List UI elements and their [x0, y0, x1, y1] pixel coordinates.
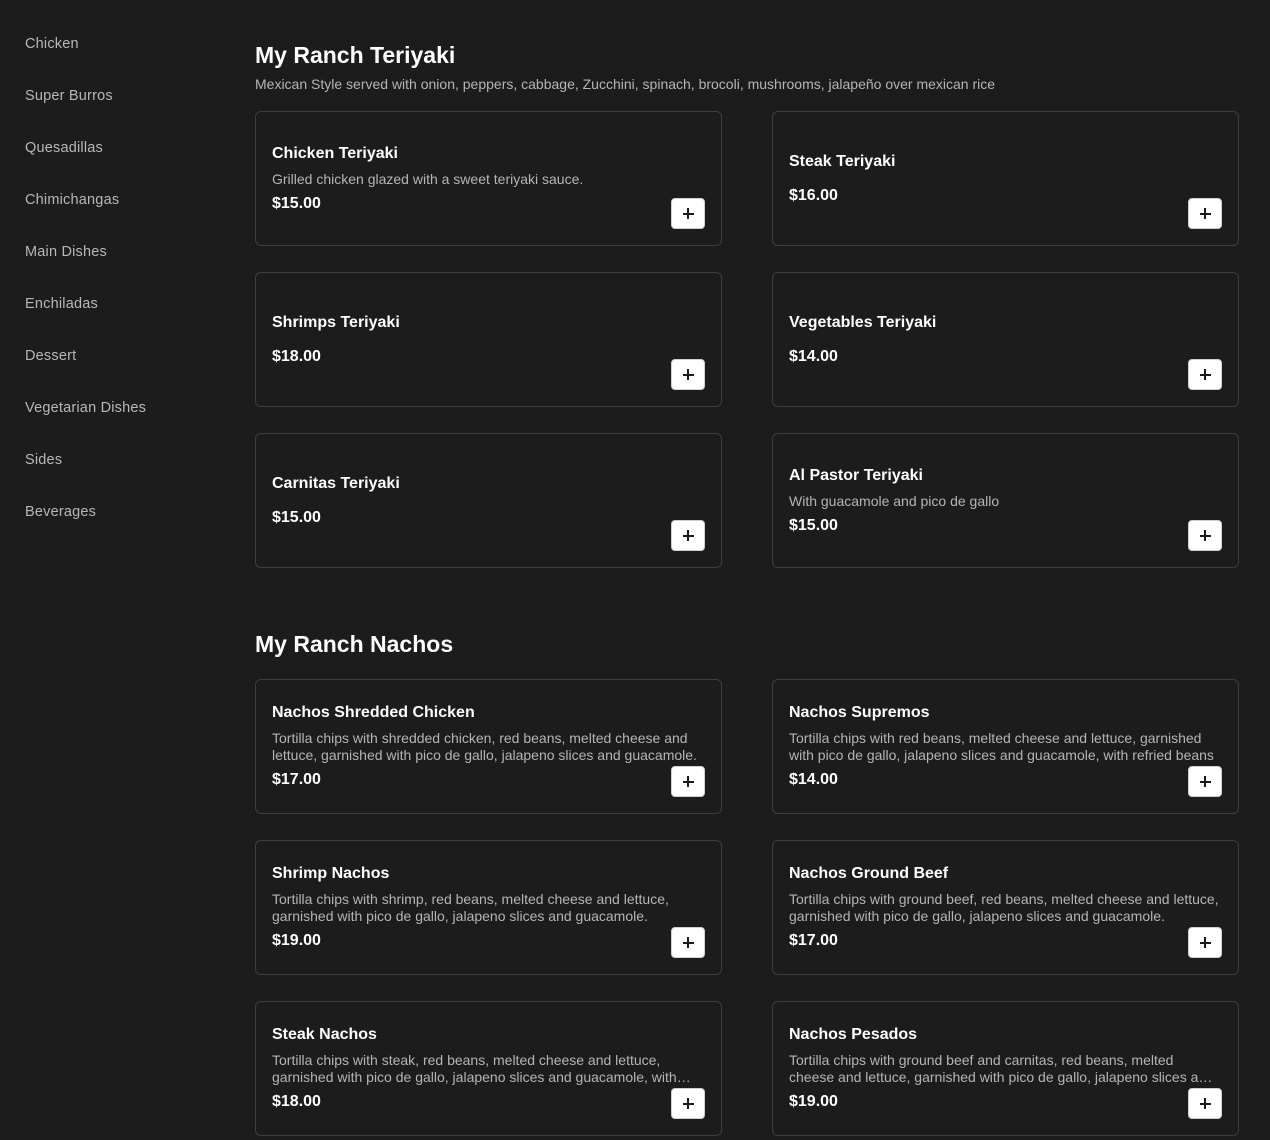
add-to-cart-button[interactable]	[1188, 766, 1222, 797]
plus-icon	[1199, 530, 1211, 541]
item-price: $17.00	[789, 932, 838, 949]
item-price: $17.00	[272, 771, 321, 788]
section-description: Mexican Style served with onion, peppers…	[255, 76, 996, 92]
plus-icon	[682, 369, 694, 380]
plus-icon	[1199, 776, 1211, 787]
item-name: Nachos Shredded Chicken	[272, 704, 475, 721]
add-to-cart-button[interactable]	[671, 927, 705, 958]
item-name: Carnitas Teriyaki	[272, 474, 400, 492]
sidebar-item-chimichangas[interactable]: Chimichangas	[25, 192, 119, 208]
item-price: $14.00	[789, 347, 838, 365]
sidebar-item-quesadillas[interactable]: Quesadillas	[25, 140, 103, 156]
add-to-cart-button[interactable]	[1188, 927, 1222, 958]
sidebar-item-dessert[interactable]: Dessert	[25, 348, 76, 364]
menu-item-card[interactable]: Steak Teriyaki $16.00	[772, 111, 1239, 246]
plus-icon	[1199, 369, 1211, 380]
sidebar-item-enchiladas[interactable]: Enchiladas	[25, 296, 98, 312]
menu-item-card[interactable]: Nachos Ground Beef Tortilla chips with g…	[772, 840, 1239, 975]
sidebar-item-sides[interactable]: Sides	[25, 452, 62, 468]
item-price: $19.00	[272, 932, 321, 949]
add-to-cart-button[interactable]	[1188, 198, 1222, 229]
sidebar-item-chicken[interactable]: Chicken	[25, 36, 79, 52]
menu-item-card[interactable]: Shrimps Teriyaki $18.00	[255, 272, 722, 407]
plus-icon	[1199, 208, 1211, 219]
plus-icon	[682, 208, 694, 219]
menu-item-card[interactable]: Shrimp Nachos Tortilla chips with shrimp…	[255, 840, 722, 975]
item-name: Chicken Teriyaki	[272, 144, 398, 162]
item-description: Tortilla chips with steak, red beans, me…	[272, 1052, 677, 1085]
item-name: Nachos Pesados	[789, 1026, 918, 1043]
add-to-cart-button[interactable]	[671, 359, 705, 390]
item-price: $14.00	[789, 771, 838, 788]
section-title: My Ranch Teriyaki	[255, 42, 456, 68]
menu-item-card[interactable]: Steak Nachos Tortilla chips with steak, …	[255, 1001, 722, 1136]
item-name: Shrimps Teriyaki	[272, 313, 400, 331]
item-name: Steak Teriyaki	[789, 152, 896, 170]
plus-icon	[682, 937, 694, 948]
item-description: Tortilla chips with shrimp, red beans, m…	[272, 891, 669, 924]
item-description: Tortilla chips with red beans, melted ch…	[789, 730, 1214, 763]
menu-item-card[interactable]: Vegetables Teriyaki $14.00	[772, 272, 1239, 407]
add-to-cart-button[interactable]	[1188, 1088, 1222, 1119]
plus-icon	[682, 1098, 694, 1109]
sidebar-item-main-dishes[interactable]: Main Dishes	[25, 244, 107, 260]
add-to-cart-button[interactable]	[671, 520, 705, 551]
add-to-cart-button[interactable]	[671, 198, 705, 229]
plus-icon	[682, 530, 694, 541]
item-price: $18.00	[272, 1093, 321, 1110]
item-description: Tortilla chips with ground beef, red bea…	[789, 891, 1219, 924]
item-price: $15.00	[789, 516, 838, 534]
add-to-cart-button[interactable]	[1188, 520, 1222, 551]
menu-content: My Ranch Teriyaki Mexican Style served w…	[255, 0, 1241, 1140]
sidebar-item-vegetarian-dishes[interactable]: Vegetarian Dishes	[25, 400, 146, 416]
add-to-cart-button[interactable]	[671, 1088, 705, 1119]
category-sidebar: Chicken Super Burros Quesadillas Chimich…	[0, 0, 230, 1140]
plus-icon	[1199, 1098, 1211, 1109]
sidebar-item-super-burros[interactable]: Super Burros	[25, 88, 113, 104]
add-to-cart-button[interactable]	[1188, 359, 1222, 390]
item-price: $15.00	[272, 508, 321, 526]
item-name: Nachos Ground Beef	[789, 865, 949, 882]
item-price: $15.00	[272, 194, 321, 212]
item-description: Grilled chicken glazed with a sweet teri…	[272, 170, 584, 187]
section-title: My Ranch Nachos	[255, 631, 454, 657]
menu-item-card[interactable]: Nachos Supremos Tortilla chips with red …	[772, 679, 1239, 814]
item-price: $18.00	[272, 347, 321, 365]
menu-item-card[interactable]: Nachos Shredded Chicken Tortilla chips w…	[255, 679, 722, 814]
item-name: Nachos Supremos	[789, 704, 930, 721]
menu-item-card[interactable]: Al Pastor Teriyaki With guacamole and pi…	[772, 433, 1239, 568]
item-description: With guacamole and pico de gallo	[789, 492, 1000, 509]
item-price: $19.00	[789, 1093, 838, 1110]
plus-icon	[682, 776, 694, 787]
item-description: Tortilla chips with shredded chicken, re…	[272, 730, 697, 763]
sidebar-item-beverages[interactable]: Beverages	[25, 504, 96, 520]
item-name: Vegetables Teriyaki	[789, 313, 937, 331]
item-name: Shrimp Nachos	[272, 865, 390, 882]
menu-item-card[interactable]: Carnitas Teriyaki $15.00	[255, 433, 722, 568]
menu-item-card[interactable]: Nachos Pesados Tortilla chips with groun…	[772, 1001, 1239, 1136]
item-description: Tortilla chips with ground beef and carn…	[789, 1052, 1214, 1085]
menu-item-card[interactable]: Chicken Teriyaki Grilled chicken glazed …	[255, 111, 722, 246]
item-price: $16.00	[789, 186, 838, 204]
add-to-cart-button[interactable]	[671, 766, 705, 797]
item-name: Steak Nachos	[272, 1026, 377, 1043]
item-name: Al Pastor Teriyaki	[789, 466, 923, 484]
plus-icon	[1199, 937, 1211, 948]
